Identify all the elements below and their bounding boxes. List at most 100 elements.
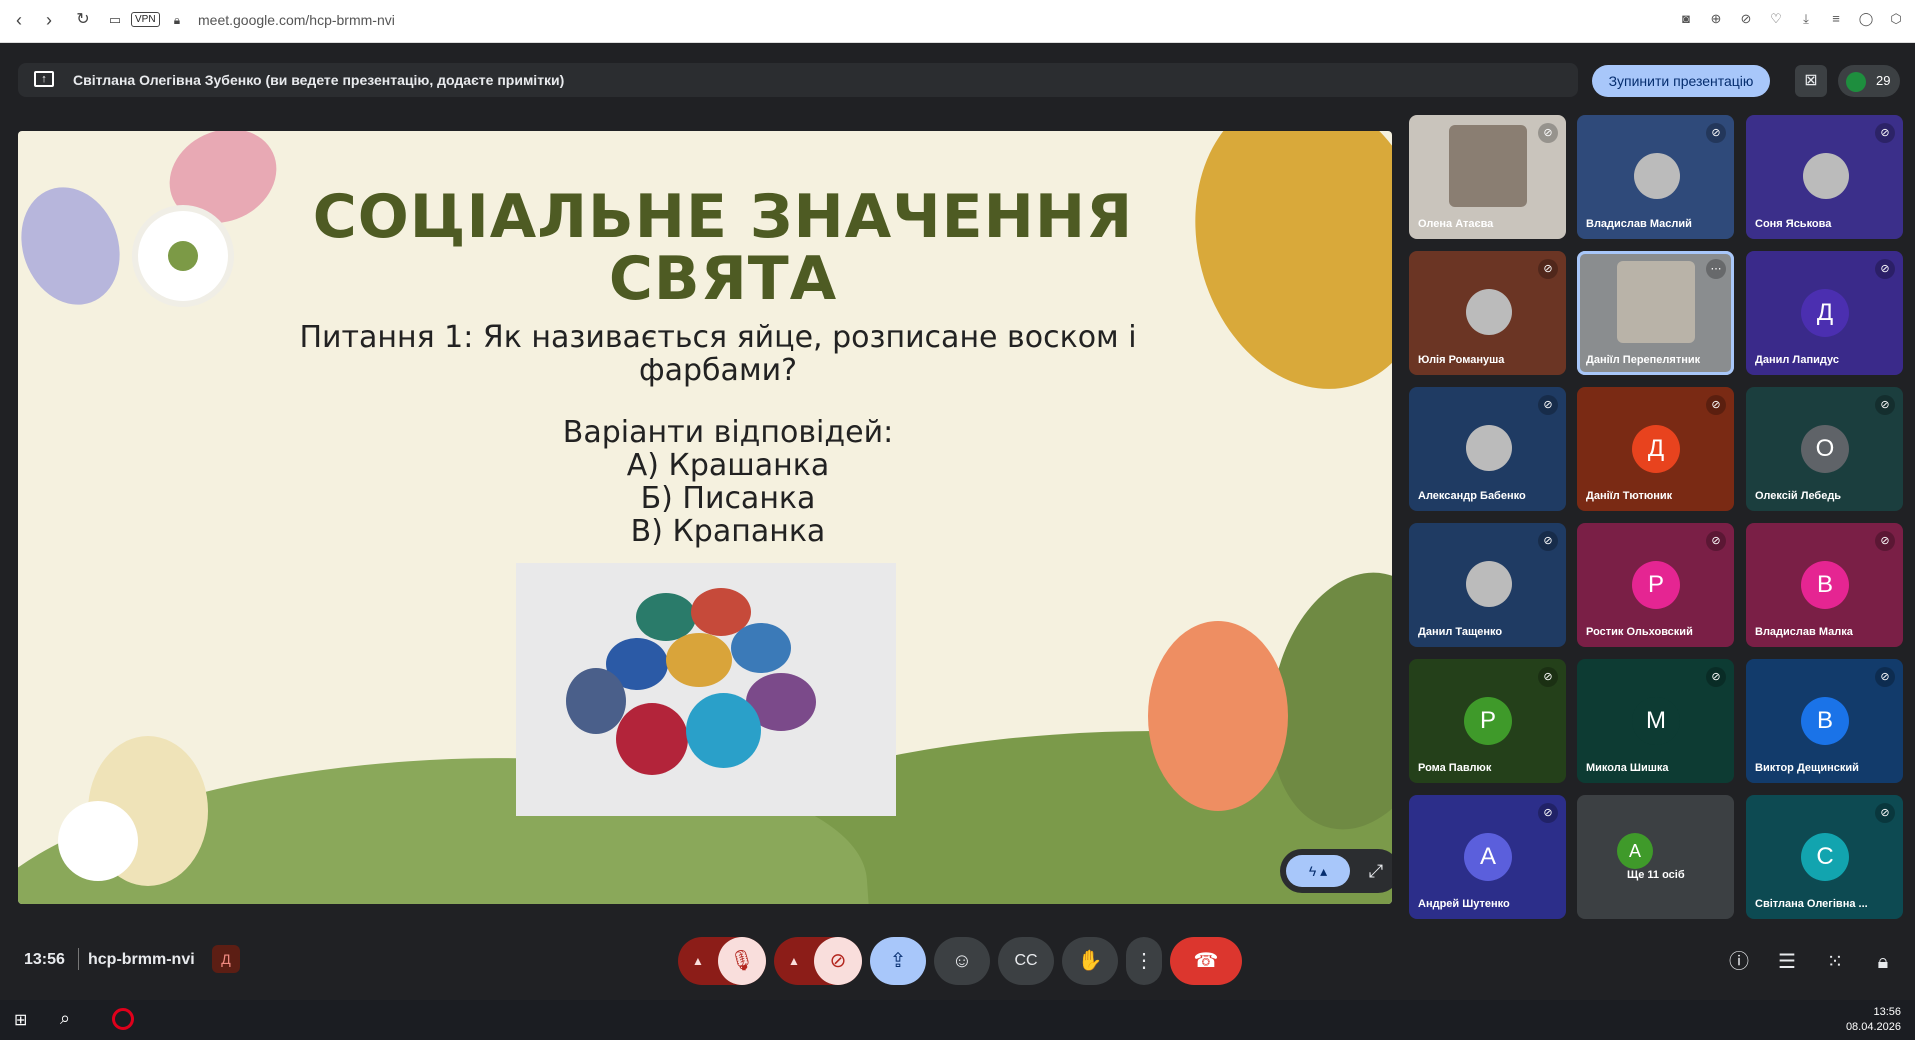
fullscreen-icon[interactable]: ⤢ <box>1360 855 1392 887</box>
participant-tile[interactable]: С ⊘ Світлана Олегівна ... <box>1746 795 1903 919</box>
participant-tile[interactable]: В ⊘ Владислав Малка <box>1746 523 1903 647</box>
participant-tile[interactable]: ⋯ Даніїл Перепелятник <box>1577 251 1734 375</box>
participant-name: Соня Яськова <box>1755 218 1832 230</box>
participant-name: Олексій Лебедь <box>1755 490 1842 502</box>
mic-options-icon[interactable]: ▲ <box>678 937 718 985</box>
orange-egg-decoration <box>1148 621 1288 811</box>
mic-off-icon[interactable]: ⊘ <box>1875 667 1895 687</box>
address-bar[interactable]: meet.google.com/hcp-brmm-nvi <box>198 12 395 28</box>
camera-indicator-icon[interactable]: ▭ <box>104 9 126 31</box>
participant-tile[interactable]: ⊘ Олена Атаєва <box>1409 115 1566 239</box>
lock-icon[interactable]: 🔒︎ <box>166 9 188 31</box>
avatar <box>1634 153 1680 199</box>
answers-title: Варіанти відповідей: <box>562 415 894 450</box>
avatar: В <box>1801 697 1849 745</box>
participant-tile[interactable]: А Ще 11 осіб <box>1577 795 1734 919</box>
opera-browser-icon[interactable] <box>112 1008 134 1030</box>
vpn-badge[interactable]: VPN <box>131 12 160 27</box>
slide-control-menu-button[interactable]: ϟ ▴ <box>1286 855 1350 887</box>
mic-off-icon[interactable]: ⊘ <box>1538 123 1558 143</box>
stop-presenting-button[interactable]: Зупинити презентацію <box>1592 65 1770 97</box>
participant-tile[interactable]: Р ⊘ Ростик Ольховский <box>1577 523 1734 647</box>
participant-tile[interactable]: ⊘ Александр Бабенко <box>1409 387 1566 511</box>
extensions-icon[interactable]: ⬡ <box>1887 10 1905 28</box>
screenshot-icon[interactable]: ◙ <box>1677 10 1695 28</box>
camera-options-icon[interactable]: ▲ <box>774 937 814 985</box>
taskbar-clock[interactable]: 13:56 08.04.2026 <box>1846 1005 1901 1035</box>
mic-off-icon[interactable]: ⊘ <box>1875 531 1895 551</box>
adblock-icon[interactable]: ⊘ <box>1737 10 1755 28</box>
participant-tile[interactable]: ⊘ Юлія Романуша <box>1409 251 1566 375</box>
chat-icon[interactable]: ☰ <box>1774 949 1800 975</box>
captions-button[interactable]: CC <box>998 937 1054 985</box>
meet-window: ↑ Світлана Олегівна Зубенко (ви ведете п… <box>0 45 1915 998</box>
participant-tile[interactable]: ⊘ Владислав Маслий <box>1577 115 1734 239</box>
participants-count[interactable]: 29 <box>1838 65 1900 97</box>
recording-badge-icon[interactable]: Д <box>212 945 240 973</box>
participant-tile[interactable]: Р ⊘ Рома Павлюк <box>1409 659 1566 783</box>
participants-icon <box>1846 72 1866 92</box>
mic-off-icon[interactable]: ⊘ <box>1538 531 1558 551</box>
participant-tile[interactable]: ⊘ Соня Яськова <box>1746 115 1903 239</box>
mic-off-icon[interactable]: ⊘ <box>1875 259 1895 279</box>
participant-name: Александр Бабенко <box>1418 490 1526 502</box>
profile-icon[interactable]: ◯ <box>1857 10 1875 28</box>
avatar: А <box>1464 833 1512 881</box>
mic-control: ▲ 🎙︎ <box>678 937 766 985</box>
present-screen-button[interactable]: ⇪ <box>870 937 926 985</box>
mic-off-icon[interactable]: ⊘ <box>1538 803 1558 823</box>
emoji-button[interactable]: ☺ <box>934 937 990 985</box>
reload-icon[interactable]: ↻ <box>72 9 94 31</box>
more-options-icon[interactable]: ⋯ <box>1706 259 1726 279</box>
avatar <box>1449 125 1527 207</box>
windows-start-icon[interactable]: ⊞ <box>14 1010 34 1030</box>
mic-off-icon[interactable]: ⊘ <box>1706 395 1726 415</box>
participant-tile[interactable]: В ⊘ Виктор Дещинский <box>1746 659 1903 783</box>
mic-off-icon[interactable]: ⊘ <box>1706 531 1726 551</box>
mic-off-icon[interactable]: ⊘ <box>1706 667 1726 687</box>
present-icon: ↑ <box>34 71 54 87</box>
mic-off-icon[interactable]: ⊘ <box>1875 803 1895 823</box>
participant-name: Владислав Маслий <box>1586 218 1692 230</box>
participant-name: Микола Шишка <box>1586 762 1669 774</box>
participant-tile[interactable]: Д ⊘ Даніїл Тютюник <box>1577 387 1734 511</box>
avatar: Д <box>1801 289 1849 337</box>
leave-call-button[interactable]: ☎ <box>1170 937 1242 985</box>
avatar <box>1466 289 1512 335</box>
mic-off-icon[interactable]: ⊘ <box>1875 123 1895 143</box>
mic-off-button[interactable]: 🎙︎ <box>718 937 766 985</box>
avatar: А <box>1617 833 1653 869</box>
participant-tile[interactable]: А ⊘ Андрей Шутенко <box>1409 795 1566 919</box>
camera-off-button[interactable]: ⊘ <box>814 937 862 985</box>
presentation-banner: ↑ Світлана Олегівна Зубенко (ви ведете п… <box>18 63 1578 97</box>
heart-icon[interactable]: ♡ <box>1767 10 1785 28</box>
answer-b: Б) Писанка <box>640 481 816 516</box>
menu-icon[interactable]: ≡ <box>1827 10 1845 28</box>
mic-off-icon[interactable]: ⊘ <box>1706 123 1726 143</box>
host-controls-icon[interactable]: 🔒︎ <box>1870 949 1896 975</box>
participant-tile[interactable]: О ⊘ Олексій Лебедь <box>1746 387 1903 511</box>
presenter-text: Світлана Олегівна Зубенко (ви ведете пре… <box>73 72 565 88</box>
mic-off-icon[interactable]: ⊘ <box>1538 667 1558 687</box>
flower-decoration <box>58 801 138 881</box>
info-icon[interactable]: ⓘ <box>1726 949 1752 975</box>
translate-icon[interactable]: ⊕ <box>1707 10 1725 28</box>
participant-tile[interactable]: М ⊘ Микола Шишка <box>1577 659 1734 783</box>
activities-icon[interactable]: ⁙ <box>1822 949 1848 975</box>
participant-tile[interactable]: Д ⊘ Данил Лапидус <box>1746 251 1903 375</box>
avatar <box>1466 425 1512 471</box>
search-icon[interactable]: ⌕ <box>60 1008 82 1030</box>
mic-off-icon[interactable]: ⊘ <box>1538 395 1558 415</box>
download-icon[interactable]: ⤓ <box>1797 10 1815 28</box>
hide-self-icon[interactable]: ⊠ <box>1795 65 1827 97</box>
more-options-button[interactable]: ⋮ <box>1126 937 1162 985</box>
participant-name: Андрей Шутенко <box>1418 898 1510 910</box>
back-icon[interactable]: ‹ <box>8 9 30 31</box>
mic-off-icon[interactable]: ⊘ <box>1538 259 1558 279</box>
participant-tile[interactable]: ⊘ Данил Тащенко <box>1409 523 1566 647</box>
slide-question: Питання 1: Як називається яйце, розписан… <box>299 320 1137 388</box>
mic-off-icon[interactable]: ⊘ <box>1875 395 1895 415</box>
raise-hand-button[interactable]: ✋ <box>1062 937 1118 985</box>
forward-icon[interactable]: › <box>38 9 60 31</box>
presentation-slide: СОЦІАЛЬНЕ ЗНАЧЕННЯ СВЯТА Питання 1: Як н… <box>18 131 1392 904</box>
